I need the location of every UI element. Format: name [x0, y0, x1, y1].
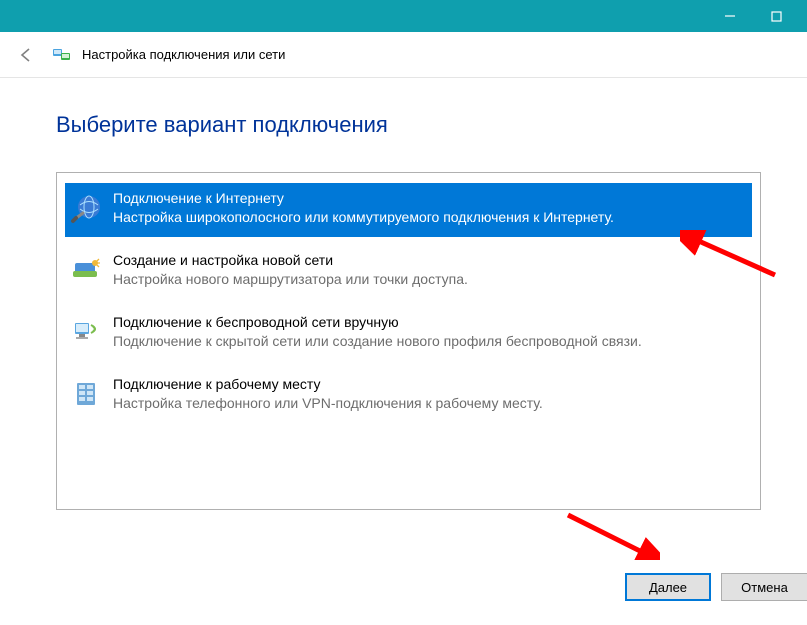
option-desc: Настройка телефонного или VPN-подключени…: [113, 394, 746, 413]
annotation-arrow-icon: [680, 230, 780, 280]
wizard-title: Настройка подключения или сети: [82, 47, 285, 62]
option-title: Подключение к рабочему месту: [113, 375, 746, 394]
option-desc: Настройка широкополосного или коммутируе…: [113, 208, 746, 227]
wizard-buttons: Далее Отмена: [625, 573, 807, 601]
option-title: Создание и настройка новой сети: [113, 251, 746, 270]
router-icon: [69, 253, 105, 289]
wireless-icon: [69, 315, 105, 351]
maximize-button[interactable]: [753, 0, 799, 32]
cancel-button[interactable]: Отмена: [721, 573, 807, 601]
next-button[interactable]: Далее: [625, 573, 711, 601]
annotation-arrow-icon: [560, 510, 660, 560]
option-connect-internet[interactable]: Подключение к Интернету Настройка широко…: [65, 183, 752, 237]
network-wizard-icon: [52, 45, 72, 65]
wizard-header: Настройка подключения или сети: [0, 32, 807, 78]
option-new-network[interactable]: Создание и настройка новой сети Настройк…: [65, 245, 752, 299]
option-wireless-manual[interactable]: Подключение к беспроводной сети вручную …: [65, 307, 752, 361]
back-arrow-icon[interactable]: [14, 43, 38, 67]
page-heading: Выберите вариант подключения: [56, 112, 761, 138]
option-title: Подключение к Интернету: [113, 189, 746, 208]
minimize-button[interactable]: [707, 0, 753, 32]
option-desc: Подключение к скрытой сети или создание …: [113, 332, 746, 351]
option-desc: Настройка нового маршрутизатора или точк…: [113, 270, 746, 289]
workplace-icon: [69, 377, 105, 413]
connection-options-list: Подключение к Интернету Настройка широко…: [56, 172, 761, 510]
option-title: Подключение к беспроводной сети вручную: [113, 313, 746, 332]
globe-icon: [69, 191, 105, 227]
window-titlebar: [0, 0, 807, 32]
option-workplace[interactable]: Подключение к рабочему месту Настройка т…: [65, 369, 752, 423]
